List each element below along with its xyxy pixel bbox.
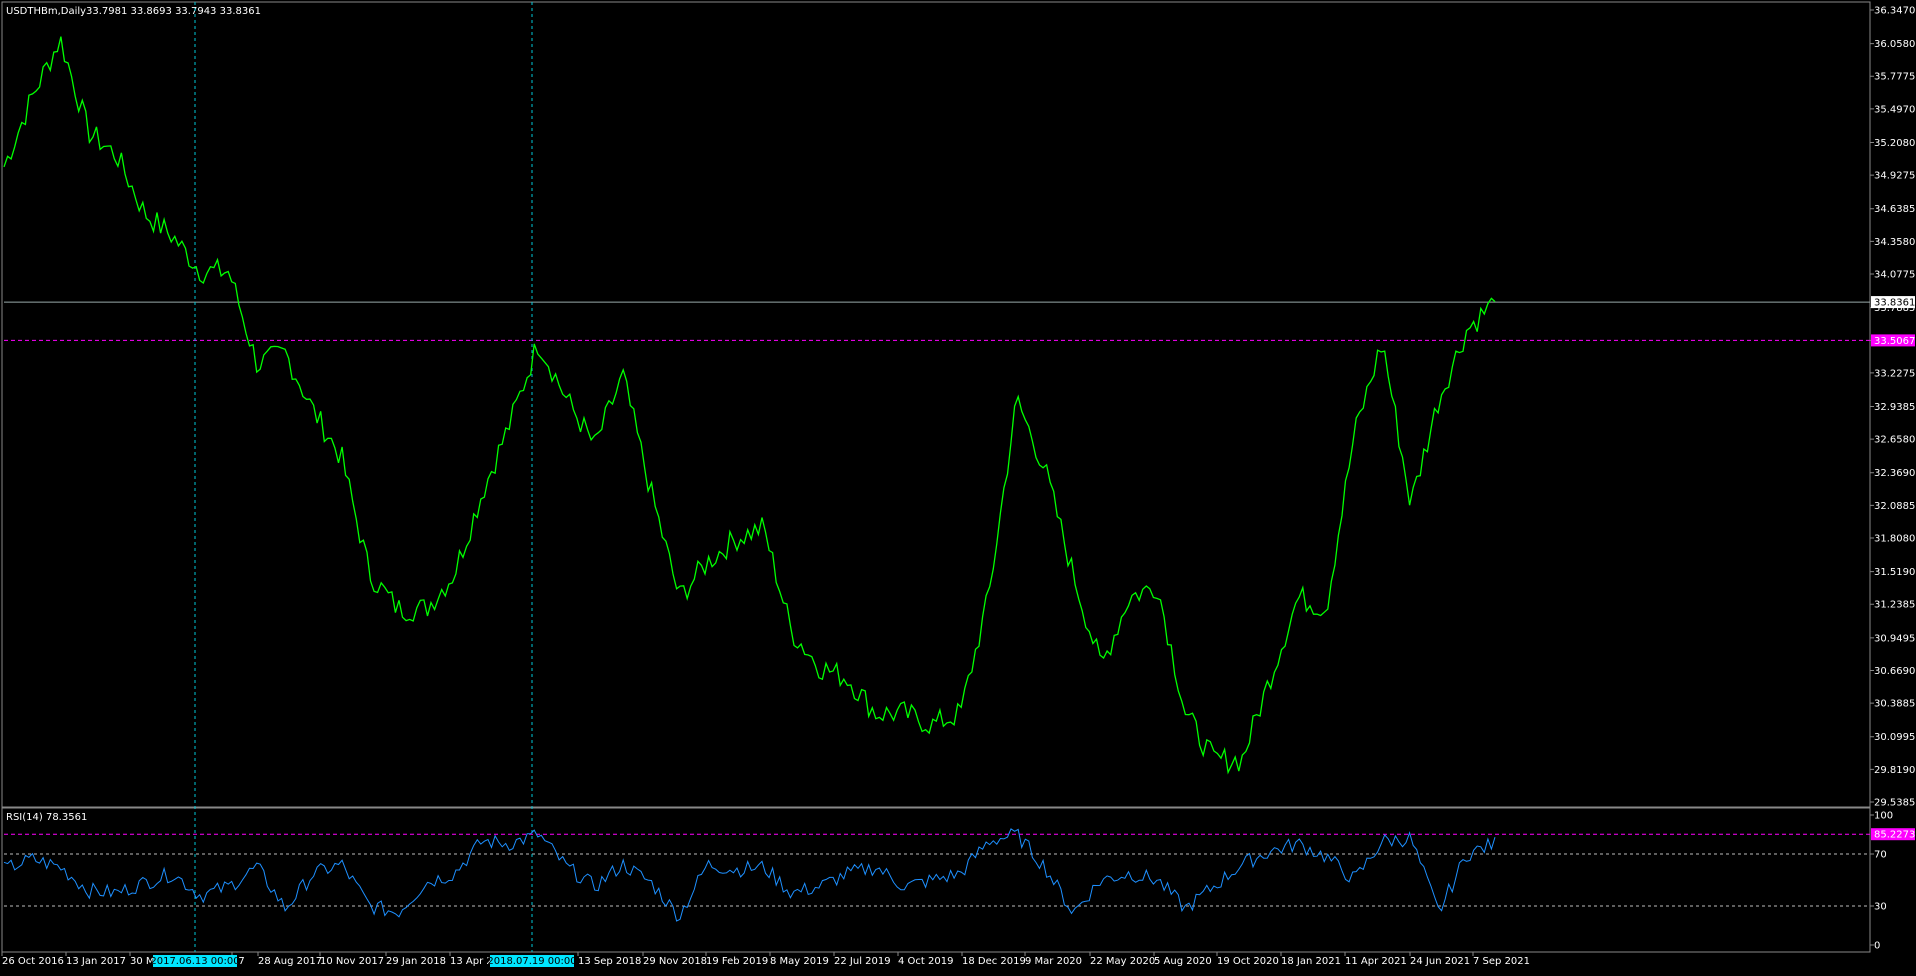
price-tick-label: 32.0885: [1874, 501, 1915, 512]
rsi-tick-label: 70: [1874, 850, 1887, 861]
axis-markers: 2017.06.13 00:00 2018.07.19 00:00 33.8361 3…: [150, 296, 1915, 967]
time-tick-label: 24 Jun 2021: [1410, 956, 1470, 967]
time-tick-label: 7 Sep 2021: [1473, 956, 1530, 967]
rsi-tick-label: 0: [1874, 941, 1880, 952]
price-tick-label: 31.2385: [1874, 600, 1915, 611]
time-tick-label: 18 Jan 2021: [1281, 956, 1341, 967]
time-tick-label: 22 May 2020: [1090, 956, 1155, 967]
crosshair-date-label: 2017.06.13 00:00: [150, 956, 239, 967]
ohlc-values: 33.7981 33.8693 33.7943 33.8361: [86, 6, 261, 17]
rsi-level-label: 85.2273: [1874, 830, 1915, 841]
crosshair-date-label: 2018.07.19 00:00: [487, 956, 576, 967]
price-tick-label: 34.6385: [1874, 204, 1915, 215]
time-tick-label: 8 May 2019: [770, 956, 829, 967]
time-tick-label: 19 Oct 2020: [1217, 956, 1279, 967]
time-tick-label: 22 Jul 2019: [834, 956, 891, 967]
price-tick-label: 32.6580: [1874, 435, 1915, 446]
symbol-info: USDTHBm,Daily: [6, 6, 86, 17]
price-tick-label: 30.6690: [1874, 666, 1915, 677]
rsi-tick-label: 100: [1874, 811, 1893, 822]
price-tick-label: 33.2275: [1874, 368, 1915, 379]
price-tick-label: 32.3690: [1874, 468, 1915, 479]
price-tick-label: 30.3885: [1874, 699, 1915, 710]
rsi-tick-label: 30: [1874, 902, 1887, 913]
chart-canvas[interactable]: USDTHBm,Daily 33.7981 33.8693 33.7943 33…: [0, 0, 1916, 972]
time-tick-label: 28 Aug 2017: [258, 956, 322, 967]
rsi-pane-frame: [1, 807, 1871, 953]
rsi-series-line: [3, 828, 1496, 922]
time-tick-label: 13 Sep 2018: [578, 956, 641, 967]
price-tick-label: 32.9385: [1874, 402, 1915, 413]
price-tick-label: 31.8080: [1874, 534, 1915, 545]
price-tick-label: 30.0995: [1874, 732, 1915, 743]
time-tick-label: 10 Nov 2017: [320, 956, 384, 967]
horizontal-line-label: 33.5067: [1874, 336, 1915, 347]
chart-window[interactable]: USDTHBm,Daily 33.7981 33.8693 33.7943 33…: [0, 0, 1916, 972]
price-series-line: [3, 36, 1496, 775]
current-price-label: 33.8361: [1874, 298, 1915, 309]
price-tick-label: 34.3580: [1874, 237, 1915, 248]
price-tick-label: 31.5190: [1874, 567, 1915, 578]
price-tick-label: 35.4970: [1874, 104, 1915, 115]
time-tick-label: 13 Jan 2017: [66, 956, 126, 967]
time-tick-label: 29 Jan 2018: [386, 956, 446, 967]
price-tick-label: 35.2080: [1874, 138, 1915, 149]
time-tick-label: 19 Feb 2019: [706, 956, 768, 967]
level-lines: [4, 301, 1870, 907]
price-tick-label: 36.3470: [1874, 6, 1915, 17]
price-tick-label: 29.5385: [1874, 798, 1915, 809]
price-tick-label: 34.0775: [1874, 270, 1915, 281]
price-tick-label: 36.0580: [1874, 39, 1915, 50]
price-axis: 36.3470 36.0580 35.7775 35.4970 35.2080 34.92…: [1870, 6, 1915, 809]
time-tick-label: 18 Dec 2019: [962, 956, 1026, 967]
rsi-label: RSI(14) 78.3561: [6, 812, 87, 823]
price-pane-frame: [1, 1, 1871, 808]
time-tick-label: 26 Oct 2016: [2, 956, 64, 967]
crosshair-lines[interactable]: [194, 2, 533, 952]
price-tick-label: 29.8190: [1874, 765, 1915, 776]
time-tick-label: 4 Oct 2019: [898, 956, 953, 967]
price-tick-label: 35.7775: [1874, 72, 1915, 83]
time-tick-label: 5 Aug 2020: [1154, 956, 1212, 967]
time-tick-label: 9 Mar 2020: [1025, 956, 1082, 967]
time-tick-label: 29 Nov 2018: [643, 956, 707, 967]
time-tick-label: 11 Apr 2021: [1345, 956, 1407, 967]
price-tick-label: 30.9495: [1874, 633, 1915, 644]
price-tick-label: 34.9275: [1874, 171, 1915, 182]
